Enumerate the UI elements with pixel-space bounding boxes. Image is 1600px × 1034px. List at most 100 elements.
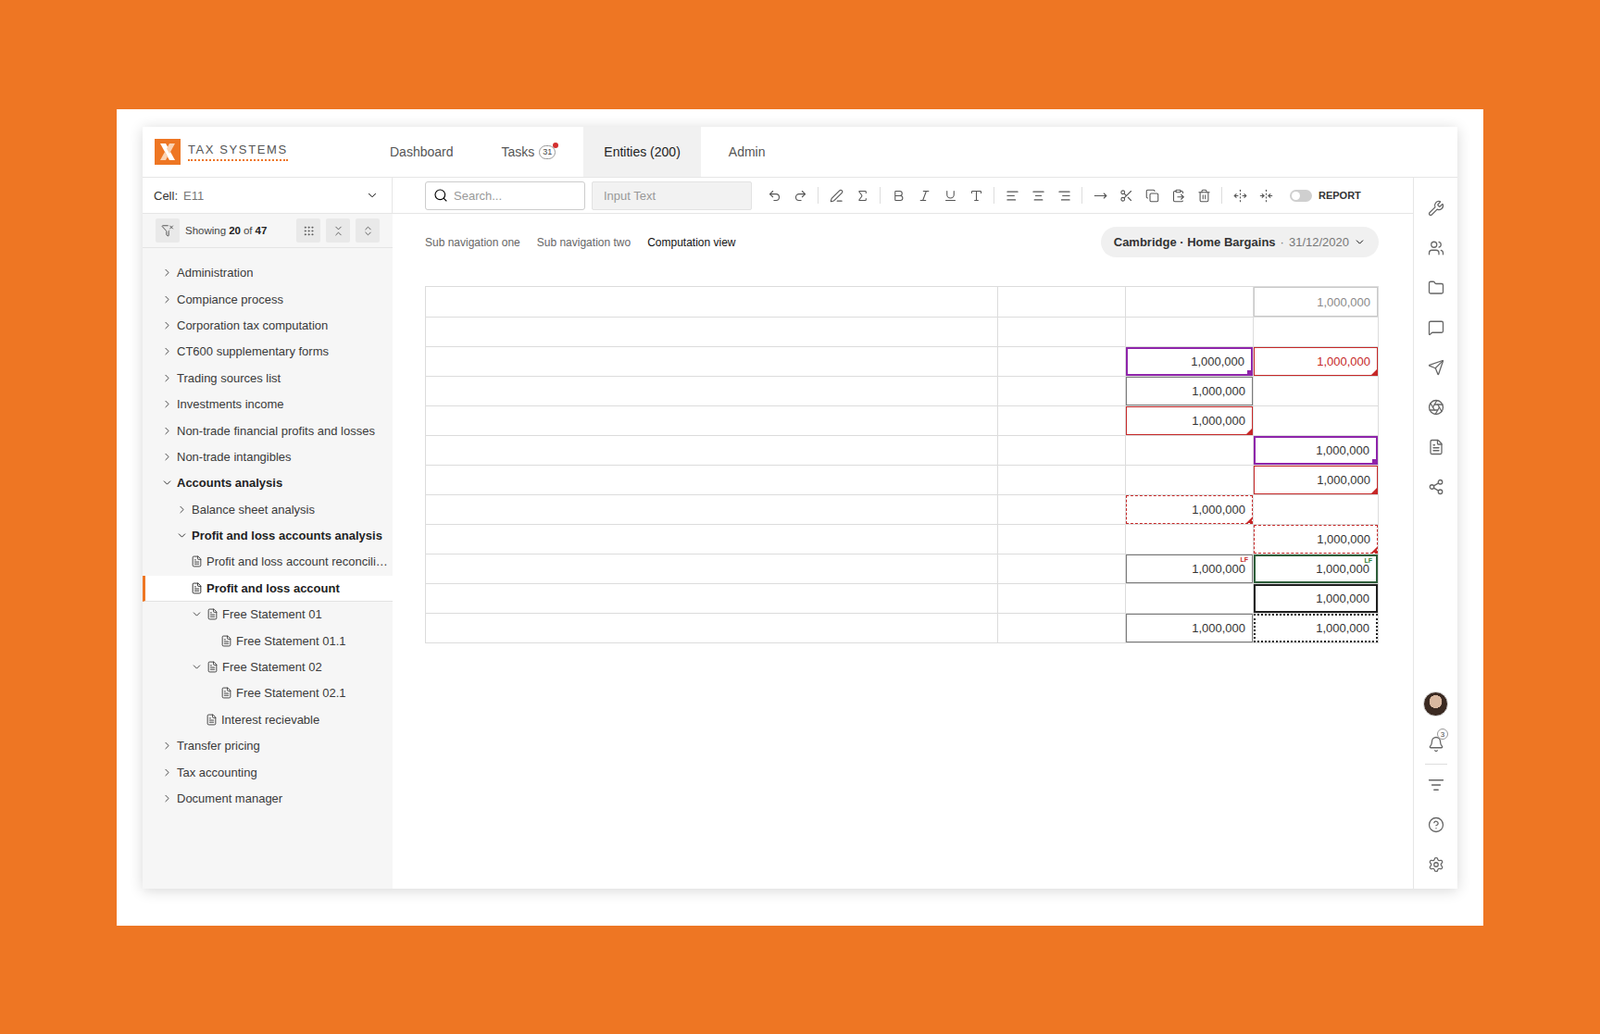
cell-value[interactable]: 1,000,000 (1253, 525, 1378, 554)
italic-button[interactable] (911, 182, 938, 209)
table-cell[interactable] (997, 347, 1125, 376)
table-cell[interactable] (1252, 317, 1378, 347)
list-search-button[interactable] (1415, 764, 1456, 805)
nav-tab[interactable]: Dashboard (369, 126, 475, 177)
notifications-button[interactable]: 3 (1415, 724, 1456, 764)
table-cell[interactable]: 1,000,000 (1125, 376, 1253, 406)
sidebar-item[interactable]: Free Statement 02 (142, 654, 393, 681)
cell-value[interactable]: 1,000,000 (1125, 495, 1253, 525)
table-cell[interactable] (1125, 584, 1253, 613)
undo-button[interactable] (761, 182, 788, 209)
cell-value[interactable]: 1,000,000 (1253, 465, 1378, 495)
cell-value[interactable]: 1,000,000 (1125, 613, 1253, 643)
send-button[interactable] (1415, 347, 1456, 388)
aperture-button[interactable] (1415, 387, 1456, 427)
table-cell[interactable] (997, 287, 1125, 317)
tools-button[interactable] (1415, 187, 1456, 228)
sidebar-item[interactable]: Free Statement 01 (142, 601, 393, 628)
nav-tab[interactable]: Entities (200) (583, 126, 700, 177)
users-button[interactable] (1415, 227, 1456, 268)
table-cell[interactable] (997, 406, 1125, 436)
sub-nav-item[interactable]: Sub navigation one (425, 236, 521, 250)
sidebar-item[interactable]: Non-trade intangibles (142, 444, 393, 471)
folder-button[interactable] (1415, 267, 1456, 308)
table-cell[interactable]: 1,000,000 (1252, 584, 1378, 613)
table-cell[interactable]: 1,000,000 (1125, 613, 1253, 643)
table-cell[interactable] (425, 584, 998, 613)
align-left-button[interactable] (999, 182, 1025, 209)
table-cell[interactable] (997, 317, 1125, 347)
table-cell[interactable]: LF1,000,000 (1125, 554, 1253, 584)
avatar-button[interactable] (1415, 684, 1456, 725)
cut-button[interactable] (1112, 182, 1139, 209)
table-cell[interactable]: 1,000,000 (1125, 495, 1253, 525)
table-cell[interactable] (1125, 525, 1253, 554)
collapse-all-button[interactable] (325, 218, 350, 243)
share-button[interactable] (1415, 466, 1456, 507)
cell-value[interactable]: 1,000,000 (1125, 347, 1253, 376)
sidebar-item[interactable]: Free Statement 01.1 (142, 627, 393, 654)
sidebar-item[interactable]: CT600 supplementary forms (142, 338, 393, 365)
align-center-button[interactable] (1025, 182, 1051, 209)
sidebar-item[interactable]: Document manager (142, 786, 393, 813)
cell-value[interactable]: 1,000,000 (1253, 287, 1378, 317)
table-cell[interactable] (425, 554, 998, 584)
input-field[interactable]: Input Text (591, 181, 752, 211)
table-cell[interactable] (425, 436, 998, 465)
table-cell[interactable] (425, 376, 998, 406)
cell-picker[interactable]: Cell:E11 (142, 177, 393, 213)
sub-nav-item[interactable]: Computation view (647, 236, 736, 250)
cell-value[interactable]: LF1,000,000 (1125, 554, 1253, 584)
logo[interactable]: TAX SYSTEMS (142, 126, 370, 177)
sidebar-item[interactable]: Investments income (142, 391, 393, 418)
table-cell[interactable]: 1,000,000 (1252, 465, 1378, 495)
underline-button[interactable] (937, 182, 963, 209)
sidebar-item[interactable]: Profit and loss account (142, 575, 393, 602)
nav-tab[interactable]: Tasks31 (481, 126, 577, 177)
align-right-button[interactable] (1050, 182, 1077, 209)
link-button[interactable] (1087, 182, 1113, 209)
table-cell[interactable] (425, 406, 998, 436)
table-cell[interactable] (997, 525, 1125, 554)
table-cell[interactable]: 1,000,000 (1125, 406, 1253, 436)
search-field[interactable]: Search... (425, 181, 586, 211)
clear-filter-button[interactable] (155, 218, 180, 243)
report-toggle[interactable]: REPORT (1289, 189, 1362, 202)
help-button[interactable] (1415, 804, 1456, 845)
expand-column-button[interactable] (1226, 182, 1253, 209)
collapse-column-button[interactable] (1252, 182, 1279, 209)
sidebar-item[interactable]: Balance sheet analysis (142, 497, 393, 524)
table-cell[interactable] (1125, 436, 1253, 465)
bold-button[interactable] (885, 182, 912, 209)
table-cell[interactable] (425, 317, 998, 347)
entity-selector[interactable]: Cambridge · Home Bargains·31/12/2020 (1100, 226, 1379, 258)
table-cell[interactable] (425, 287, 998, 317)
table-cell[interactable] (1125, 465, 1253, 495)
table-cell[interactable]: 1,000,000 (1252, 525, 1378, 554)
table-cell[interactable]: 1,000,000 (1252, 613, 1378, 643)
sidebar-item[interactable]: Compiance process (142, 286, 393, 313)
copy-button[interactable] (1138, 182, 1165, 209)
table-cell[interactable] (1252, 376, 1378, 406)
table-cell[interactable] (997, 584, 1125, 613)
table-cell[interactable]: 1,000,000 (1125, 347, 1253, 376)
table-cell[interactable] (1252, 495, 1378, 525)
cell-value[interactable]: 1,000,000 (1253, 584, 1378, 613)
fill-handle[interactable] (1247, 370, 1253, 376)
text-size-button[interactable] (962, 182, 989, 209)
cell-value[interactable]: 1,000,000 (1125, 406, 1253, 436)
cell-value[interactable]: 1,000,000 (1125, 376, 1253, 406)
table-cell[interactable] (425, 465, 998, 495)
table-cell[interactable] (997, 465, 1125, 495)
table-cell[interactable] (997, 554, 1125, 584)
sidebar-item[interactable]: Non-trade financial profits and losses (142, 417, 393, 444)
table-cell[interactable]: 1,000,000 (1252, 347, 1378, 376)
table-cell[interactable]: 1,000,000 (1252, 436, 1378, 465)
sidebar-item[interactable]: Interest recievable (142, 707, 393, 734)
sidebar-item[interactable]: Corporation tax computation (142, 312, 393, 339)
sidebar-item[interactable]: Transfer pricing (142, 733, 393, 760)
sidebar-item[interactable]: Accounts analysis (142, 470, 393, 497)
nav-tab[interactable]: Admin (708, 126, 787, 177)
document-button[interactable] (1415, 426, 1456, 467)
table-cell[interactable] (425, 347, 998, 376)
